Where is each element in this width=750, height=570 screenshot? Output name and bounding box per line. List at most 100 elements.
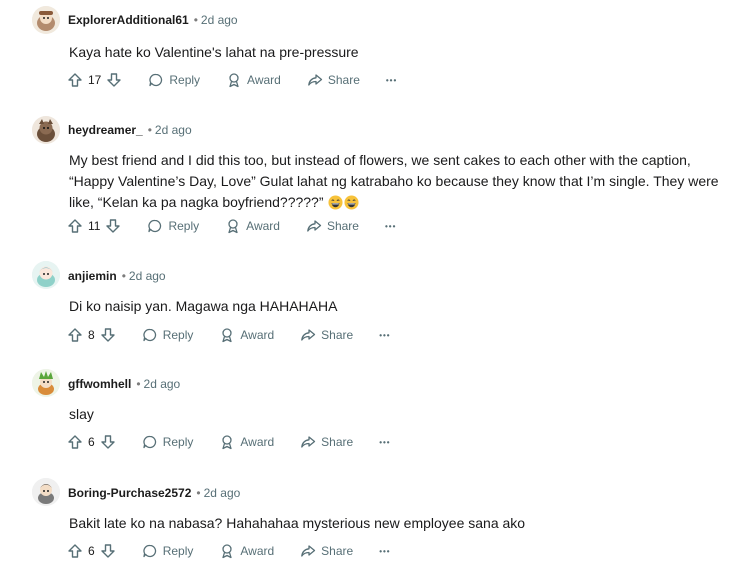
comment-actions: 6 Reply Award Share •••: [67, 539, 391, 563]
upvote-icon[interactable]: [67, 434, 83, 450]
comment-meta: gffwomhell • 2d ago: [68, 376, 180, 392]
timestamp[interactable]: 2d ago: [155, 123, 192, 137]
timestamp[interactable]: 2d ago: [204, 486, 241, 500]
award-icon: [228, 219, 238, 234]
share-button[interactable]: Share: [300, 434, 353, 450]
avatar-icon: [32, 6, 60, 34]
share-label: Share: [321, 544, 354, 558]
award-button[interactable]: Award: [225, 218, 280, 234]
vote-count: 6: [88, 435, 95, 449]
upvote-icon[interactable]: [67, 72, 83, 88]
comment-text: Di ko naisip yan. Magawa nga HAHAHAHA: [69, 298, 338, 314]
comment-text: Bakit late ko na nabasa? Hahahahaa myste…: [69, 515, 526, 531]
avatar-icon: [32, 369, 60, 397]
vote-group: 11: [67, 218, 121, 234]
award-button[interactable]: Award: [219, 327, 274, 343]
reply-icon: [143, 435, 156, 449]
separator-dot: •: [121, 269, 126, 283]
downvote-icon[interactable]: [100, 327, 116, 343]
award-icon: [222, 435, 233, 450]
award-icon: [222, 544, 233, 559]
comment-actions: 11 Reply Award Share •••: [67, 214, 396, 238]
award-icon: [229, 73, 239, 88]
vote-group: 6: [67, 434, 116, 450]
timestamp[interactable]: 2d ago: [129, 269, 166, 283]
avatar[interactable]: [32, 6, 60, 34]
comment-meta: heydreamer_ • 2d ago: [68, 122, 192, 138]
upvote-icon[interactable]: [67, 218, 83, 234]
award-button[interactable]: Award: [219, 543, 274, 559]
author-name[interactable]: gffwomhell: [68, 377, 131, 391]
vote-group: 8: [67, 327, 116, 343]
award-button[interactable]: Award: [219, 434, 274, 450]
vote-count: 11: [88, 219, 101, 233]
avatar-icon: [32, 478, 60, 506]
reply-button[interactable]: Reply: [142, 543, 193, 559]
comment-meta: anjiemin • 2d ago: [68, 268, 166, 284]
share-button[interactable]: Share: [306, 218, 359, 234]
timestamp[interactable]: 2d ago: [144, 377, 181, 391]
avatar-icon: [32, 116, 60, 144]
author-name[interactable]: heydreamer_: [68, 123, 143, 137]
downvote-icon[interactable]: [106, 72, 122, 88]
vote-group: 6: [67, 543, 116, 559]
share-label: Share: [321, 435, 354, 449]
separator-dot: •: [147, 123, 152, 137]
award-label: Award: [240, 328, 275, 342]
share-button[interactable]: Share: [307, 72, 360, 88]
share-icon: [307, 74, 322, 86]
share-button[interactable]: Share: [300, 327, 353, 343]
timestamp[interactable]: 2d ago: [201, 13, 238, 27]
comment-actions: 17 Reply Award Share •••: [67, 68, 397, 92]
more-options-button[interactable]: •••: [385, 222, 396, 231]
comment-actions: 6 Reply Award Share •••: [67, 430, 391, 454]
avatar[interactable]: [32, 261, 60, 289]
downvote-icon[interactable]: [105, 218, 121, 234]
reply-icon: [143, 328, 156, 342]
comment-meta: ExplorerAdditional61 • 2d ago: [68, 12, 238, 28]
more-options-button[interactable]: •••: [379, 547, 390, 556]
upvote-icon[interactable]: [67, 543, 83, 559]
author-name[interactable]: ExplorerAdditional61: [68, 13, 189, 27]
more-options-button[interactable]: •••: [386, 76, 397, 85]
comment-text: Kaya hate ko Valentine's lahat na pre-pr…: [69, 44, 359, 60]
downvote-icon[interactable]: [100, 543, 116, 559]
reply-button[interactable]: Reply: [142, 434, 194, 450]
avatar-icon: [32, 261, 60, 289]
share-icon: [301, 329, 316, 341]
award-button[interactable]: Award: [226, 72, 281, 88]
more-options-button[interactable]: •••: [379, 438, 390, 447]
author-name[interactable]: anjiemin: [68, 269, 117, 283]
award-label: Award: [246, 219, 280, 233]
reply-label: Reply: [162, 435, 194, 449]
author-name[interactable]: Boring-Purchase2572: [68, 486, 191, 500]
more-options-button[interactable]: •••: [379, 331, 390, 340]
avatar[interactable]: [32, 369, 60, 397]
share-button[interactable]: Share: [300, 543, 353, 559]
vote-count: 17: [88, 73, 102, 87]
reply-label: Reply: [168, 219, 200, 233]
reply-label: Reply: [162, 328, 194, 342]
downvote-icon[interactable]: [100, 434, 116, 450]
reply-icon: [148, 219, 162, 233]
vote-count: 6: [88, 544, 95, 558]
reply-button[interactable]: Reply: [148, 72, 200, 88]
comment-meta: Boring-Purchase2572 • 2d ago: [68, 485, 240, 501]
reply-icon: [143, 544, 156, 558]
share-icon: [301, 545, 316, 557]
avatar[interactable]: [32, 478, 60, 506]
reply-button[interactable]: Reply: [147, 218, 199, 234]
laughing-emoji-icon: [328, 195, 343, 210]
share-label: Share: [321, 328, 354, 342]
laughing-emoji-icon: [344, 195, 359, 210]
share-label: Share: [326, 219, 359, 233]
share-icon: [307, 220, 322, 232]
separator-dot: •: [196, 486, 201, 500]
award-label: Award: [247, 73, 281, 87]
comment-text: slay: [69, 406, 94, 422]
reply-button[interactable]: Reply: [142, 327, 194, 343]
upvote-icon[interactable]: [67, 327, 83, 343]
separator-dot: •: [193, 13, 198, 27]
award-label: Award: [240, 544, 275, 558]
avatar[interactable]: [32, 116, 60, 144]
